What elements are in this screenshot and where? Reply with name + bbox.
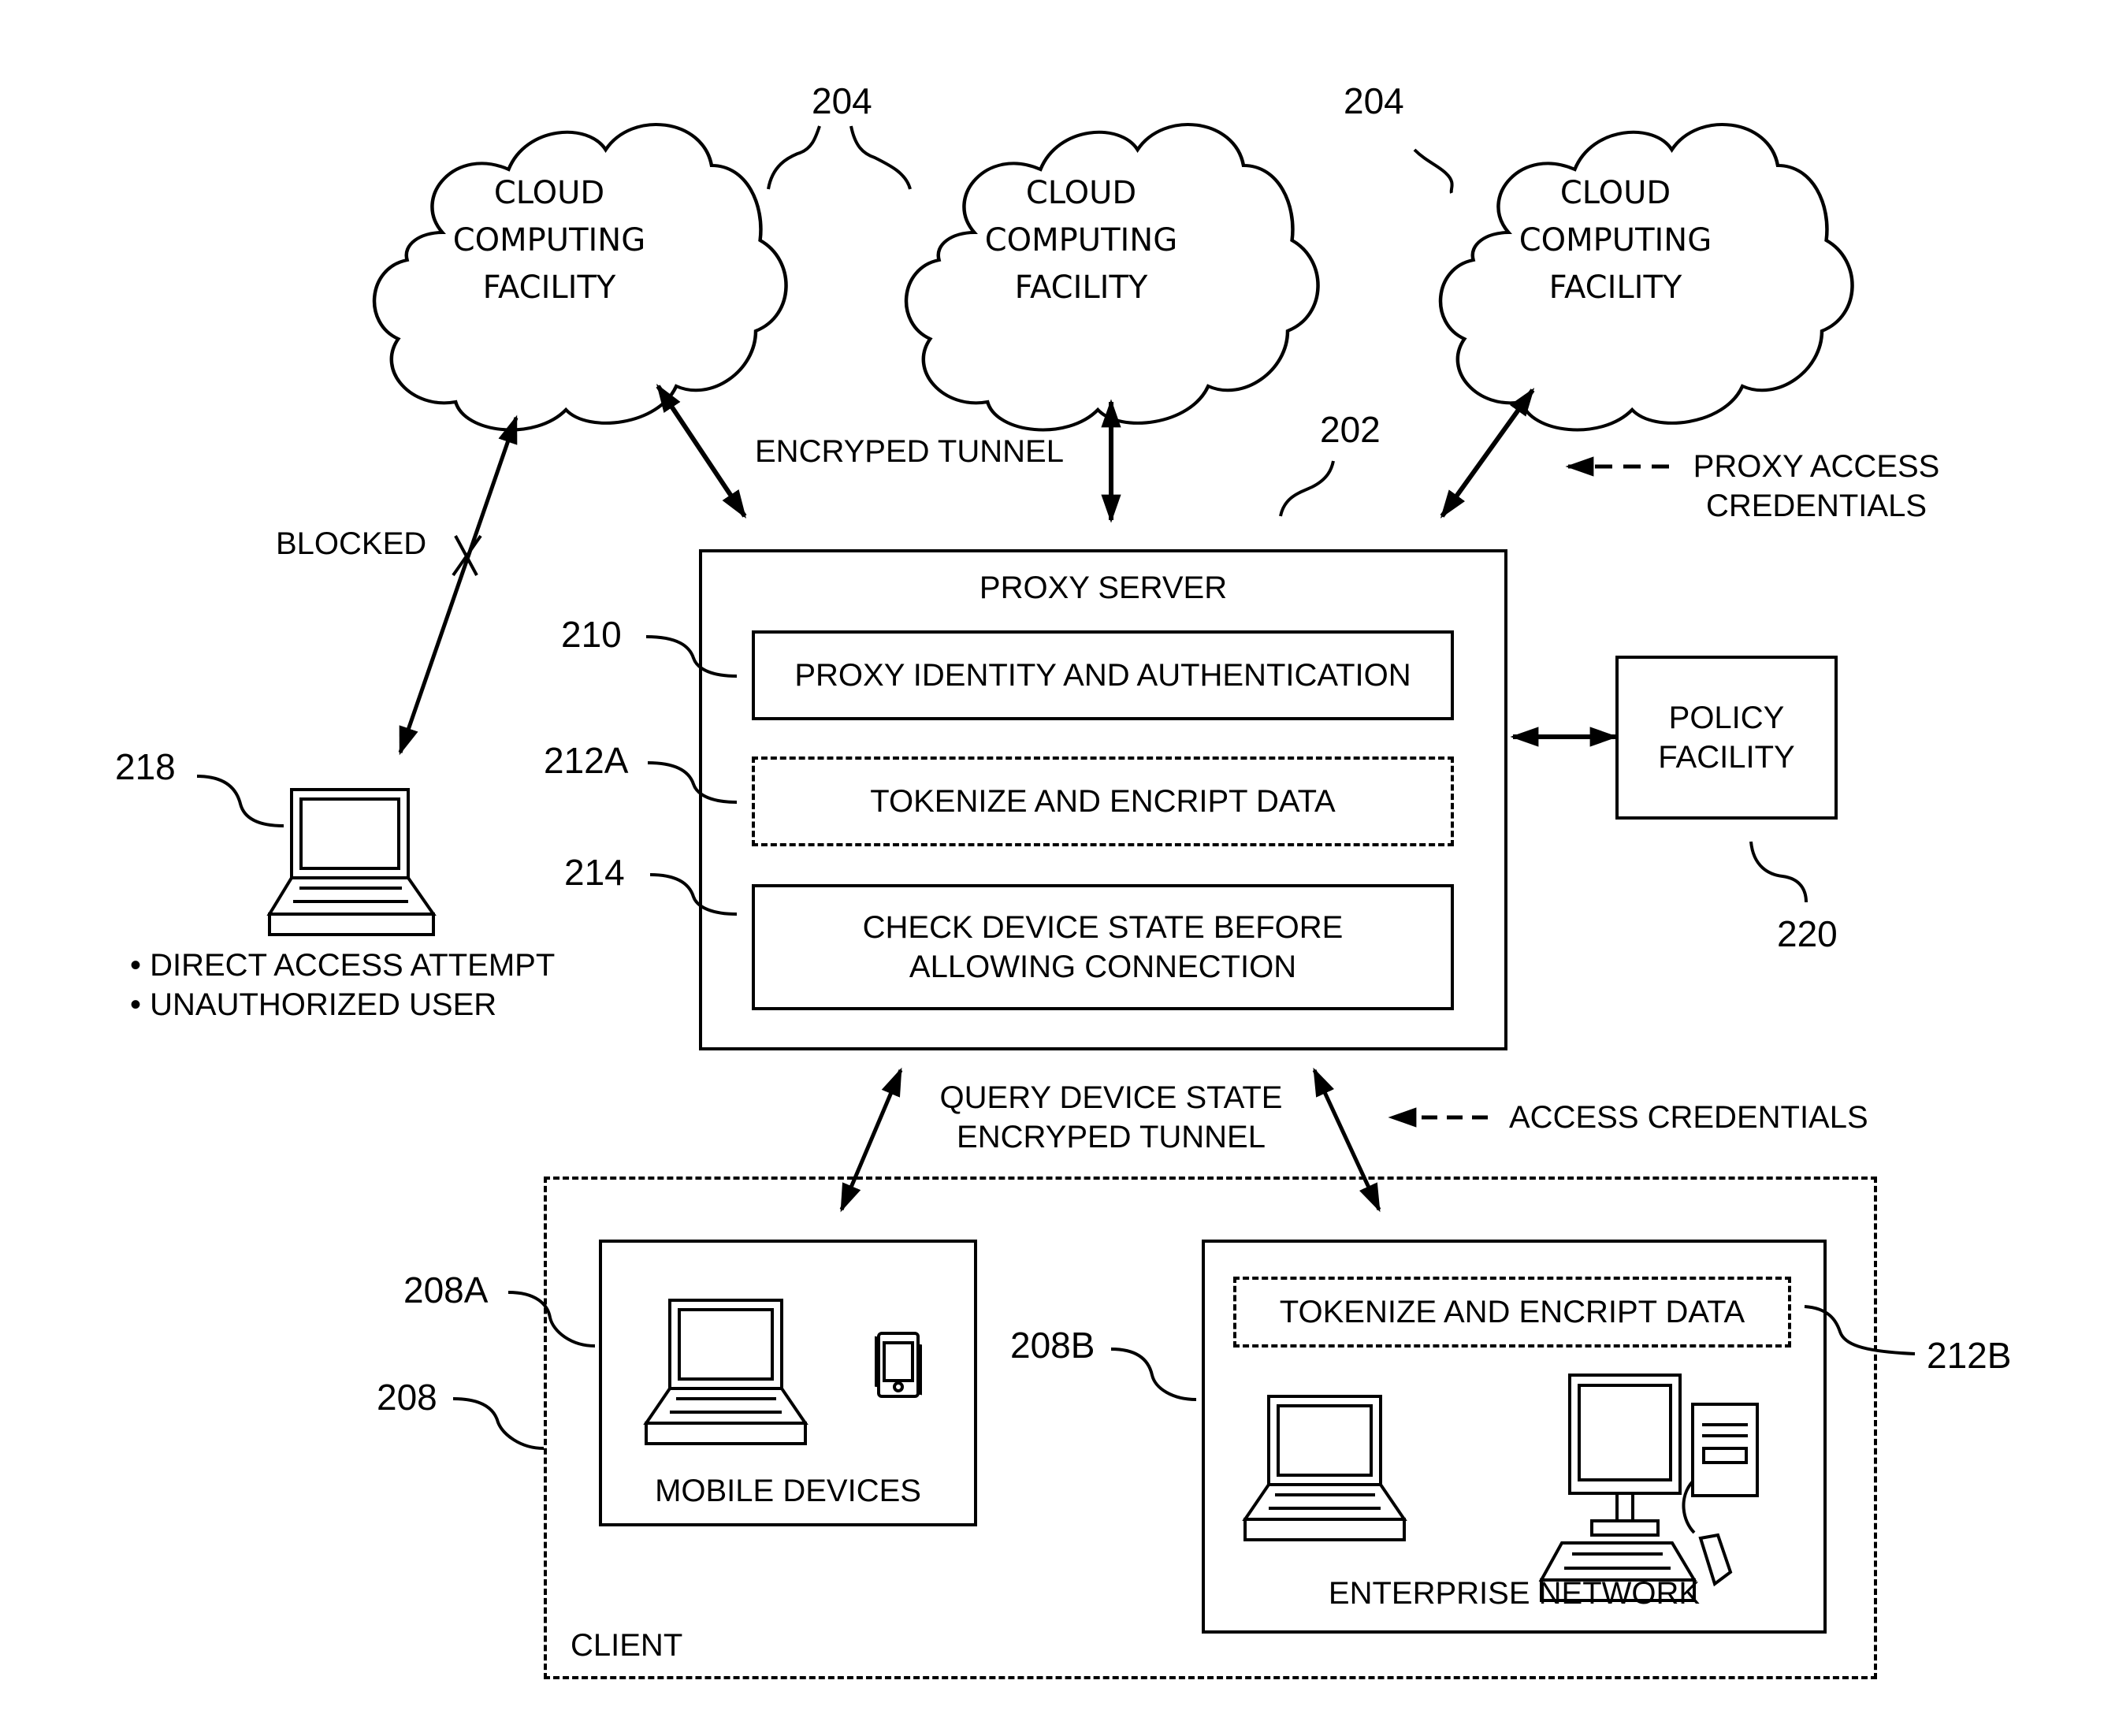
enterprise-tokenize-box: TOKENIZE AND ENCRIPT DATA xyxy=(1233,1277,1791,1348)
tunnel-arrow-3 xyxy=(1440,388,1535,519)
cloud-1-line1: CLOUD xyxy=(493,175,605,211)
ref-204-leader-c xyxy=(1413,148,1454,194)
cloud-1-line3: FACILITY xyxy=(482,270,616,306)
ref-204-leader-a xyxy=(767,125,821,190)
access-credentials-label: ACCESS CREDENTIALS xyxy=(1509,1100,1868,1135)
attacker-bullet-unauthorized: • UNAUTHORIZED USER xyxy=(130,987,497,1022)
ref-208a: 208A xyxy=(403,1269,489,1310)
cloud-2-line2: COMPUTING xyxy=(984,222,1178,258)
cloud-1-line2: COMPUTING xyxy=(452,222,646,258)
attacker-notes: • DIRECT ACCESS ATTEMPT • UNAUTHORIZED U… xyxy=(130,946,555,1024)
mobile-devices-label: MOBILE DEVICES xyxy=(655,1474,921,1508)
cloud-2-label: CLOUD COMPUTING FACILITY xyxy=(924,169,1239,311)
ref-208-leader xyxy=(452,1397,545,1450)
ref-212b: 212B xyxy=(1927,1335,2012,1376)
query-device-state-label: QUERY DEVICE STATE ENCRYPED TUNNEL xyxy=(906,1078,1316,1157)
cloud-3-label: CLOUD COMPUTING FACILITY xyxy=(1458,169,1773,311)
policy-facility-box: POLICY FACILITY xyxy=(1615,656,1838,820)
ref-218-leader xyxy=(196,775,284,827)
ref-202: 202 xyxy=(1320,409,1381,450)
cloud-3-line1: CLOUD xyxy=(1559,175,1671,211)
ref-214: 214 xyxy=(564,852,625,893)
mobile-devices-box: MOBILE DEVICES xyxy=(599,1240,977,1526)
device-state-line2: ALLOWING CONNECTION xyxy=(909,950,1297,984)
cloud-2-line1: CLOUD xyxy=(1025,175,1137,211)
query-line2: ENCRYPED TUNNEL xyxy=(957,1120,1266,1154)
policy-line1: POLICY xyxy=(1668,701,1785,735)
proxy-identity-box: PROXY IDENTITY AND AUTHENTICATION xyxy=(752,630,1454,720)
tunnel-arrow-1 xyxy=(656,384,747,519)
client-label: CLIENT xyxy=(571,1628,683,1663)
ref-204-leader-b xyxy=(849,125,912,190)
cloud-3-line2: COMPUTING xyxy=(1519,222,1712,258)
attacker-bullet-direct-access: • DIRECT ACCESS ATTEMPT xyxy=(130,948,556,983)
blocked-x-mark xyxy=(452,534,482,577)
enterprise-network-label: ENTERPRISE NETWORK xyxy=(1328,1576,1701,1611)
ref-204-a: 204 xyxy=(812,80,872,121)
ref-210: 210 xyxy=(561,614,622,655)
ref-220: 220 xyxy=(1777,913,1838,954)
proxy-server-title: PROXY SERVER xyxy=(979,571,1228,605)
ref-212a: 212A xyxy=(544,740,629,781)
proxy-access-credentials-label: PROXY ACCESS CREDENTIALS xyxy=(1682,447,1950,526)
cloud-3-line3: FACILITY xyxy=(1548,270,1682,306)
ref-202-leader xyxy=(1279,460,1335,517)
cloud-2-line3: FACILITY xyxy=(1014,270,1148,306)
encrypted-tunnel-top-label: ENCRYPED TUNNEL xyxy=(755,434,1064,469)
policy-line2: FACILITY xyxy=(1658,740,1795,775)
device-state-line1: CHECK DEVICE STATE BEFORE xyxy=(862,910,1344,945)
proxy-access-line1: PROXY ACCESS xyxy=(1693,449,1940,484)
device-state-box: CHECK DEVICE STATE BEFORE ALLOWING CONNE… xyxy=(752,884,1454,1010)
proxy-access-line2: CREDENTIALS xyxy=(1705,489,1927,523)
attacker-laptop-icon xyxy=(266,788,437,936)
ref-218: 218 xyxy=(115,746,176,787)
ref-220-leader xyxy=(1749,841,1808,903)
blocked-label: BLOCKED xyxy=(276,526,427,561)
ref-204-b: 204 xyxy=(1344,80,1404,121)
tokenize-encrypt-box: TOKENIZE AND ENCRIPT DATA xyxy=(752,756,1454,846)
ref-208: 208 xyxy=(377,1377,437,1418)
cloud-1-label: CLOUD COMPUTING FACILITY xyxy=(392,169,707,311)
blocked-arrow xyxy=(398,414,519,756)
query-line1: QUERY DEVICE STATE xyxy=(939,1080,1283,1115)
